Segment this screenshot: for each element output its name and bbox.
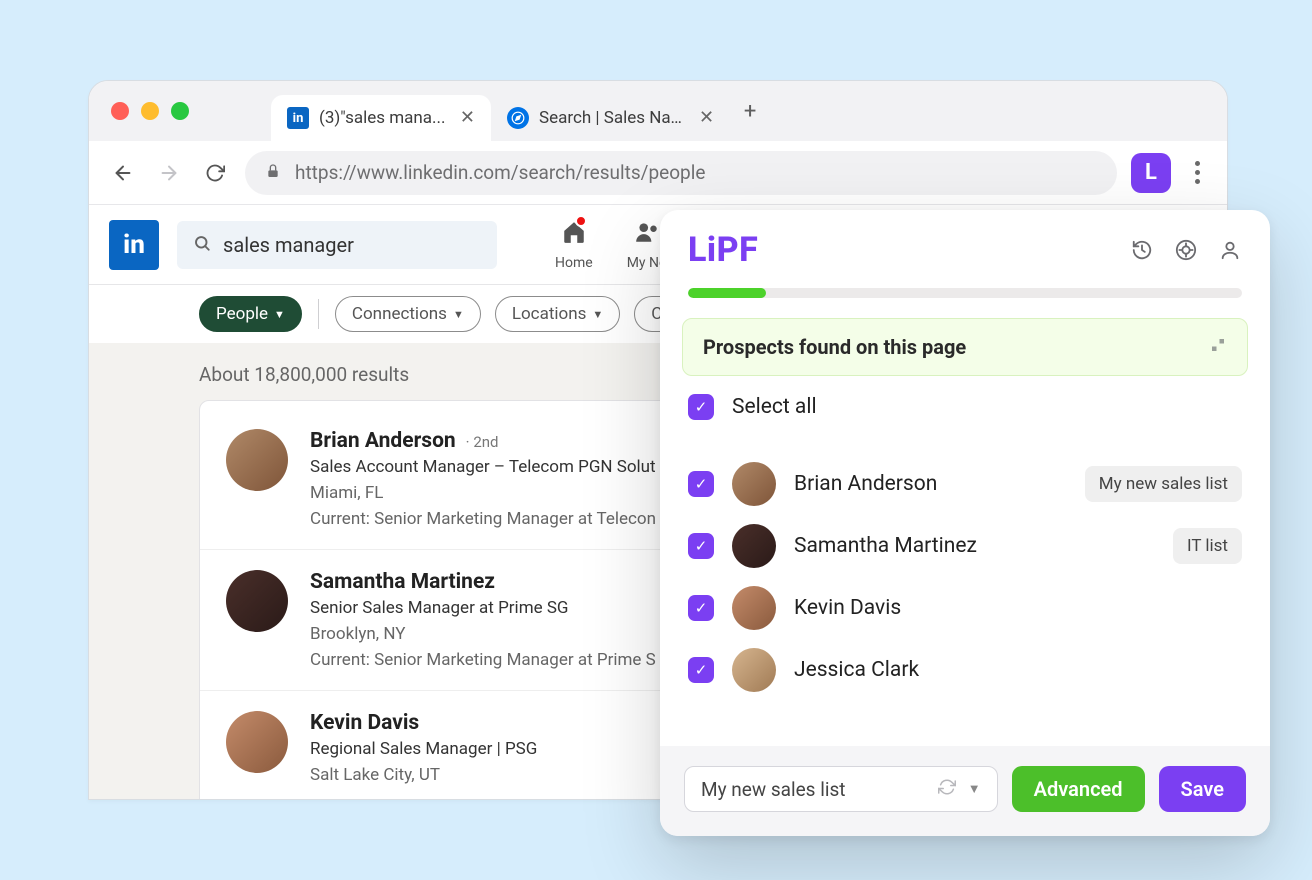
result-role: Regional Sales Manager | PSG <box>310 739 537 759</box>
prospect-name: Brian Anderson <box>794 472 937 496</box>
result-location: Salt Lake City, UT <box>310 765 537 785</box>
close-tab-icon[interactable]: ✕ <box>460 109 475 127</box>
result-name: Kevin Davis <box>310 711 419 735</box>
prospect-name: Samantha Martinez <box>794 534 977 558</box>
notification-dot <box>575 215 587 227</box>
filter-connections[interactable]: Connections ▼ <box>335 296 481 332</box>
help-icon[interactable] <box>1174 238 1198 262</box>
checkbox-checked[interactable]: ✓ <box>688 533 714 559</box>
panel-header: LiPF <box>660 210 1270 278</box>
select-all-row[interactable]: ✓ Select all <box>688 394 1242 420</box>
chevron-down-icon: ▼ <box>968 781 981 797</box>
prospects-banner: Prospects found on this page <box>682 318 1248 376</box>
compass-icon <box>507 107 529 129</box>
nav-home[interactable]: Home <box>555 219 593 271</box>
url-text: https://www.linkedin.com/search/results/… <box>295 161 705 184</box>
close-tab-icon[interactable]: ✕ <box>699 109 714 127</box>
progress-bar <box>688 288 1242 298</box>
browser-menu[interactable] <box>1185 161 1209 184</box>
tab-title: (3)"sales mana... <box>319 108 445 128</box>
advanced-button[interactable]: Advanced <box>1012 766 1145 812</box>
prospect-row[interactable]: ✓ Samantha Martinez IT list <box>688 524 1242 568</box>
prospect-name: Kevin Davis <box>794 596 901 620</box>
save-button[interactable]: Save <box>1159 766 1246 812</box>
result-name: Samantha Martinez <box>310 570 495 594</box>
list-select-value: My new sales list <box>701 778 845 801</box>
checkbox-checked[interactable]: ✓ <box>688 394 714 420</box>
avatar <box>732 648 776 692</box>
new-tab-button[interactable]: + <box>730 99 770 124</box>
panel-brand: LiPF <box>688 230 758 270</box>
filter-label: People <box>216 304 268 324</box>
result-name: Brian Anderson <box>310 429 456 453</box>
prospect-row[interactable]: ✓ Brian Anderson My new sales list <box>688 462 1242 506</box>
filter-label: Connections <box>352 304 447 324</box>
maximize-window[interactable] <box>171 102 189 120</box>
prospect-row[interactable]: ✓ Kevin Davis <box>688 586 1242 630</box>
checkbox-checked[interactable]: ✓ <box>688 471 714 497</box>
forward-button[interactable] <box>153 157 185 189</box>
avatar <box>732 462 776 506</box>
minimize-window[interactable] <box>141 102 159 120</box>
result-role: Sales Account Manager – Telecom PGN Solu… <box>310 457 656 477</box>
browser-toolbar: https://www.linkedin.com/search/results/… <box>89 141 1227 205</box>
avatar <box>226 711 288 773</box>
select-all-label: Select all <box>732 395 817 419</box>
titlebar: in (3)"sales mana... ✕ Search | Sales Na… <box>89 81 1227 141</box>
close-window[interactable] <box>111 102 129 120</box>
result-location: Miami, FL <box>310 483 656 503</box>
caret-down-icon: ▼ <box>592 308 603 321</box>
result-current: Current: Senior Marketing Manager at Pri… <box>310 650 656 670</box>
extension-badge[interactable]: L <box>1131 153 1171 193</box>
banner-text: Prospects found on this page <box>703 335 966 359</box>
expand-icon[interactable] <box>1209 336 1227 359</box>
avatar <box>732 524 776 568</box>
tab-sales-nav[interactable]: Search | Sales Nav... ✕ <box>491 95 730 141</box>
connection-degree: · 2nd <box>466 433 499 451</box>
search-icon <box>193 233 211 257</box>
prospect-tag[interactable]: IT list <box>1173 528 1242 564</box>
browser-tabs: in (3)"sales mana... ✕ Search | Sales Na… <box>271 81 770 141</box>
caret-down-icon: ▼ <box>453 308 464 321</box>
reload-button[interactable] <box>199 157 231 189</box>
user-icon[interactable] <box>1218 238 1242 262</box>
panel-footer: My new sales list ▼ Advanced Save <box>660 746 1270 836</box>
extension-panel: LiPF Prospects found on this page <box>660 210 1270 836</box>
separator <box>318 299 319 329</box>
url-bar[interactable]: https://www.linkedin.com/search/results/… <box>245 151 1117 195</box>
refresh-icon[interactable] <box>938 778 956 801</box>
result-role: Senior Sales Manager at Prime SG <box>310 598 656 618</box>
tab-title: Search | Sales Nav... <box>539 108 689 128</box>
people-icon <box>634 219 660 251</box>
avatar <box>732 586 776 630</box>
result-current: Current: Senior Marketing Manager at Tel… <box>310 509 656 529</box>
progress-fill <box>688 288 766 298</box>
linkedin-favicon: in <box>287 107 309 129</box>
search-value: sales manager <box>223 233 354 257</box>
nav-label: Home <box>555 255 593 271</box>
prospect-tag[interactable]: My new sales list <box>1085 466 1242 502</box>
traffic-lights <box>89 102 211 120</box>
filter-people[interactable]: People ▼ <box>199 296 302 332</box>
avatar <box>226 570 288 632</box>
caret-down-icon: ▼ <box>274 308 285 321</box>
history-icon[interactable] <box>1130 238 1154 262</box>
filter-label: Locations <box>512 304 587 324</box>
linkedin-search[interactable]: sales manager <box>177 221 497 269</box>
prospects-list: ✓ Select all ✓ Brian Anderson My new sal… <box>660 376 1270 702</box>
checkbox-checked[interactable]: ✓ <box>688 657 714 683</box>
linkedin-nav: Home My Ne <box>555 219 666 271</box>
linkedin-logo[interactable]: in <box>109 220 159 270</box>
prospect-name: Jessica Clark <box>794 658 919 682</box>
avatar <box>226 429 288 491</box>
prospect-row[interactable]: ✓ Jessica Clark <box>688 648 1242 692</box>
checkbox-checked[interactable]: ✓ <box>688 595 714 621</box>
filter-locations[interactable]: Locations ▼ <box>495 296 620 332</box>
result-location: Brooklyn, NY <box>310 624 656 644</box>
lock-icon <box>265 163 281 183</box>
list-select[interactable]: My new sales list ▼ <box>684 766 998 812</box>
back-button[interactable] <box>107 157 139 189</box>
tab-linkedin[interactable]: in (3)"sales mana... ✕ <box>271 95 491 141</box>
